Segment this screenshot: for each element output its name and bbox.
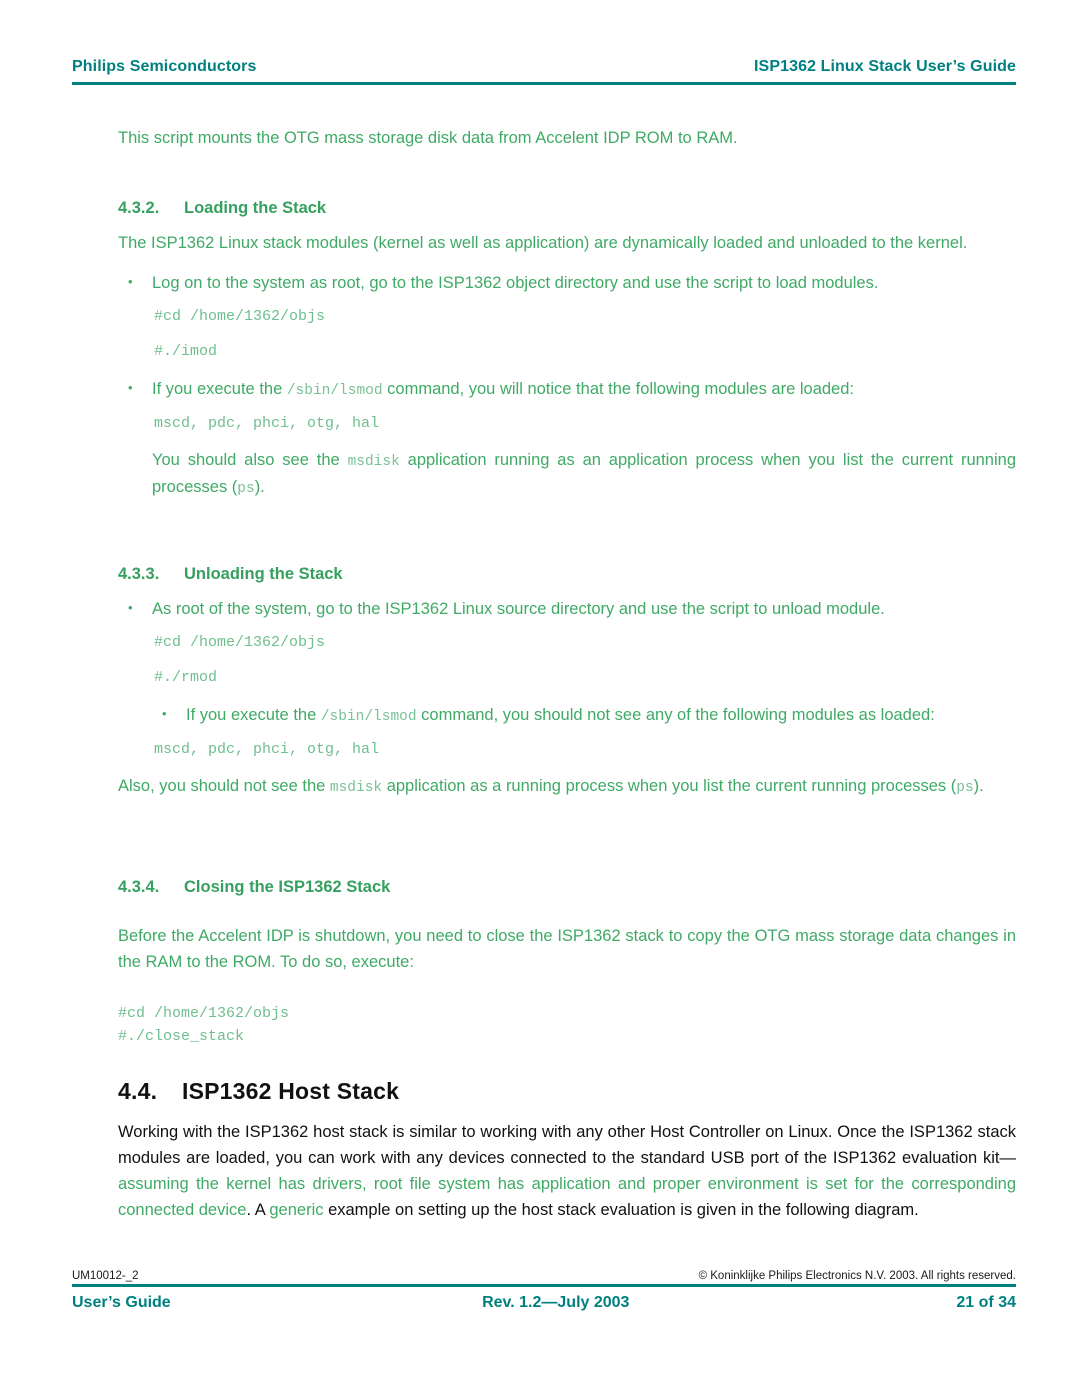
footer-document-id: UM10012-_2 <box>72 1270 139 1282</box>
code-line: #cd /home/1362/objs <box>154 634 326 652</box>
list-item-text: If you execute the /sbin/lsmod command, … <box>186 702 1016 729</box>
heading-4-4-number: 4.4. <box>118 1077 158 1104</box>
inline-code: /sbin/lsmod <box>320 708 417 725</box>
section-4-3-3-note: Also, you should not see the msdisk appl… <box>118 773 1016 800</box>
heading-4-3-2-number: 4.3.2. <box>118 199 160 218</box>
text-fragment: ). <box>254 478 265 497</box>
list-item-text: Log on to the system as root, go to the … <box>152 274 879 293</box>
text-fragment: Also, you should not see the <box>118 777 330 796</box>
code-line: #./imod <box>154 342 218 360</box>
page-header: Philips Semiconductors ISP1362 Linux Sta… <box>72 58 1016 85</box>
code-line: mscd, pdc, phci, otg, hal <box>154 740 380 758</box>
heading-4-3-3: 4.3.3. Unloading the Stack <box>118 565 1016 584</box>
heading-4-3-4-number: 4.3.4. <box>118 878 160 897</box>
header-document-title: ISP1362 Linux Stack User’s Guide <box>754 58 1016 75</box>
text-fragment: ). <box>973 777 984 796</box>
section-4-4-paragraph: Working with the ISP1362 host stack is s… <box>118 1119 1016 1223</box>
heading-4-4-title: ISP1362 Host Stack <box>182 1077 400 1104</box>
bullet-icon: • <box>162 705 167 721</box>
page-content: This script mounts the OTG mass storage … <box>118 125 1016 1237</box>
code-line: #./close_stack <box>118 1028 245 1046</box>
code-line: #cd /home/1362/objs <box>118 1005 290 1023</box>
heading-4-4: 4.4. ISP1362 Host Stack <box>118 1078 1016 1105</box>
bullet-icon: • <box>128 379 133 395</box>
list-item-text: As root of the system, go to the ISP1362… <box>152 600 885 619</box>
code-line: #./rmod <box>154 668 218 686</box>
page-footer: UM10012-_2 © Koninklijke Philips Electro… <box>72 1270 1016 1312</box>
inline-code: ps <box>237 481 255 498</box>
text-fragment: command, you will notice that the follow… <box>382 379 854 398</box>
text-fragment-highlight: generic <box>269 1201 324 1220</box>
code-line: #cd /home/1362/objs <box>154 308 326 326</box>
inline-code: ps <box>956 780 974 797</box>
document-page: Philips Semiconductors ISP1362 Linux Sta… <box>0 0 1080 1397</box>
intro-paragraph: This script mounts the OTG mass storage … <box>118 129 738 147</box>
footer-copyright: © Koninklijke Philips Electronics N.V. 2… <box>698 1270 1016 1282</box>
heading-4-3-2-title: Loading the Stack <box>184 199 327 218</box>
heading-4-3-3-number: 4.3.3. <box>118 565 160 584</box>
footer-page-number: 21 of 34 <box>956 1294 1016 1311</box>
text-fragment: . A <box>246 1201 270 1220</box>
section-4-3-2-note: You should also see the msdisk applicati… <box>152 447 1016 501</box>
inline-code: msdisk <box>347 454 400 471</box>
text-fragment: example on setting up the host stack eva… <box>323 1201 919 1220</box>
footer-top-row: UM10012-_2 © Koninklijke Philips Electro… <box>72 1270 1016 1287</box>
bullet-icon: • <box>128 274 133 290</box>
section-4-3-4-paragraph: Before the Accelent IDP is shutdown, you… <box>118 927 1016 972</box>
text-fragment: command, you should not see any of the f… <box>416 705 935 724</box>
heading-4-3-4: 4.3.4. Closing the ISP1362 Stack <box>118 878 1016 897</box>
footer-guide-label: User’s Guide <box>72 1294 171 1311</box>
text-fragment: If you execute the <box>152 379 287 398</box>
bullet-icon: • <box>128 600 133 616</box>
heading-4-3-2: 4.3.2. Loading the Stack <box>118 199 1016 218</box>
inline-code: msdisk <box>329 780 383 797</box>
code-line: mscd, pdc, phci, otg, hal <box>154 414 380 432</box>
text-fragment: application as a running process when yo… <box>382 777 957 796</box>
list-item: • If you execute the /sbin/lsmod command… <box>152 702 1016 729</box>
text-fragment: Working with the ISP1362 host stack is s… <box>118 1122 1016 1167</box>
list-item: • Log on to the system as root, go to th… <box>118 270 1016 296</box>
footer-revision: Rev. 1.2—July 2003 <box>482 1294 630 1311</box>
text-fragment: If you execute the <box>186 705 321 724</box>
text-fragment: You should also see the <box>152 451 348 470</box>
header-company-name: Philips Semiconductors <box>72 58 257 75</box>
section-4-3-2-paragraph: The ISP1362 Linux stack modules (kernel … <box>118 234 968 253</box>
heading-4-3-3-title: Unloading the Stack <box>184 565 343 584</box>
heading-4-3-4-title: Closing the ISP1362 Stack <box>184 878 391 897</box>
list-item-text: If you execute the /sbin/lsmod command, … <box>152 376 1016 403</box>
list-item: • If you execute the /sbin/lsmod command… <box>118 376 1016 403</box>
list-item: • As root of the system, go to the ISP13… <box>118 596 1016 622</box>
inline-code: /sbin/lsmod <box>286 382 383 399</box>
footer-bottom-row: User’s Guide Rev. 1.2—July 2003 21 of 34 <box>72 1294 1016 1312</box>
